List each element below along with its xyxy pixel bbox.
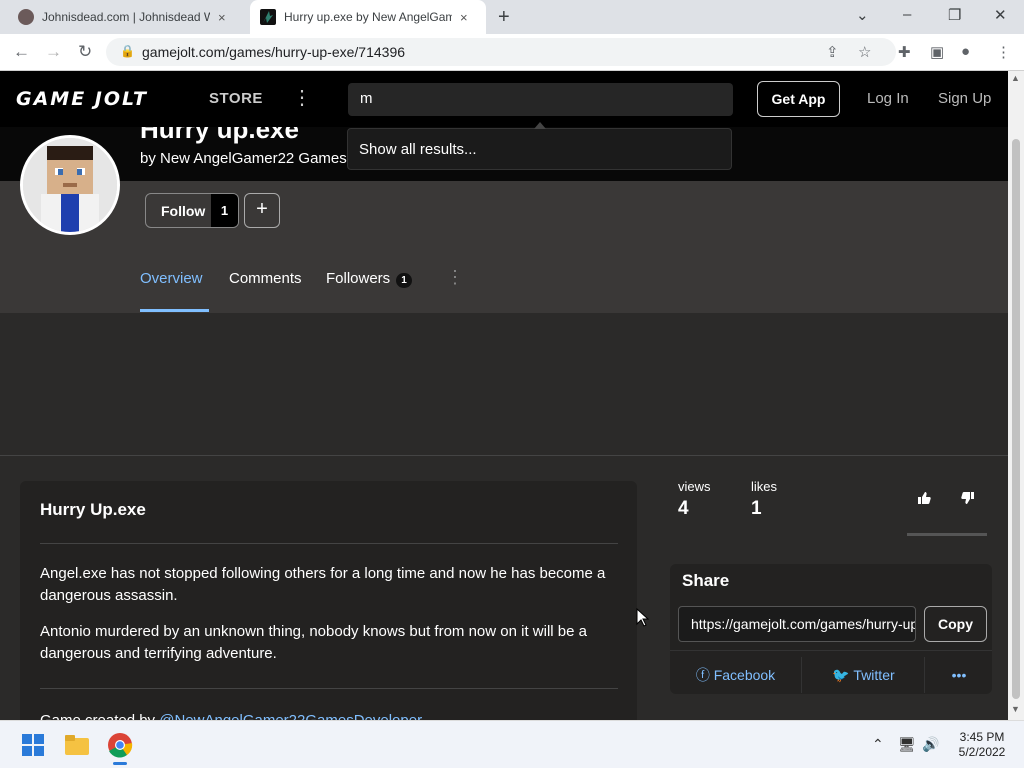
share-title: Share [682, 571, 730, 590]
followers-count-badge: 1 [396, 273, 412, 288]
restore-button[interactable]: ❐ [948, 6, 961, 24]
twitter-icon: 🐦 [832, 667, 850, 683]
tab-followers-label: Followers [326, 270, 391, 287]
file-explorer-icon[interactable] [64, 732, 90, 758]
windows-start-icon[interactable] [20, 732, 46, 758]
like-ratio-bar [907, 533, 987, 536]
game-byline[interactable]: by New AngelGamer22 Games [140, 150, 347, 167]
clock-date: 5/2/2022 [958, 745, 1006, 759]
signup-link[interactable]: Sign Up [938, 90, 991, 107]
facebook-label: Facebook [713, 667, 776, 683]
gamejolt-header: GAME JOLT STORE ⋮ m Get App Log In Sign … [0, 71, 1008, 127]
twitter-share-link[interactable]: 🐦 Twitter [803, 657, 925, 693]
tab-more-icon[interactable]: ⋮ [446, 267, 464, 288]
close-tab-icon[interactable]: × [218, 10, 226, 25]
store-link[interactable]: STORE [209, 90, 263, 107]
scroll-down-arrow-icon[interactable]: ▼ [1011, 704, 1020, 714]
tab-title: Johnisdead.com | Johnisdead Wi [42, 10, 210, 24]
dropdown-caret [534, 122, 546, 129]
johnisdead-favicon-icon [18, 9, 34, 25]
gamejolt-favicon-icon [260, 9, 276, 25]
browser-toolbar: ← → ↻ 🔒 gamejolt.com/games/hurry-up-exe/… [0, 34, 1024, 71]
extensions-icon[interactable]: ✚ [898, 43, 911, 61]
login-link[interactable]: Log In [867, 90, 909, 107]
share-url-field[interactable]: https://gamejolt.com/games/hurry-up-exe/… [678, 606, 916, 642]
tab-followers[interactable]: Followers 1 [326, 270, 412, 288]
bookmark-star-icon[interactable]: ☆ [858, 43, 871, 61]
address-bar[interactable]: 🔒 gamejolt.com/games/hurry-up-exe/714396 [106, 38, 896, 66]
browser-menu-icon[interactable]: ⋮ [996, 43, 1011, 61]
windows-taskbar: ⌃ 🖥 🔊 3:45 PM 5/2/2022 [0, 720, 1024, 768]
tab-search-icon[interactable]: ⌄ [856, 6, 869, 24]
divider [670, 650, 992, 651]
facebook-icon: ⓕ [695, 667, 710, 683]
developer-link[interactable]: @NewAngelGamer22GamesDeveloper [159, 712, 422, 720]
show-all-results-item[interactable]: Show all results... [359, 141, 477, 158]
tab-overview[interactable]: Overview [140, 270, 203, 287]
description-title: Hurry Up.exe [40, 500, 146, 519]
tab-title: Hurry up.exe by New AngelGame [284, 10, 452, 24]
minimize-button[interactable]: – [903, 6, 911, 23]
credit-prefix: Game created by [40, 712, 159, 720]
likes-label: likes [751, 479, 778, 494]
developer-avatar[interactable] [20, 135, 120, 235]
views-value: 4 [678, 498, 689, 519]
close-window-button[interactable]: ✕ [994, 6, 1007, 24]
more-share-button[interactable]: ••• [926, 657, 992, 693]
gamejolt-logo[interactable]: GAME JOLT [16, 88, 148, 110]
show-hidden-icons-chevron-icon[interactable]: ⌃ [872, 736, 884, 753]
system-clock[interactable]: 3:45 PM 5/2/2022 [950, 730, 1014, 760]
scroll-up-arrow-icon[interactable]: ▲ [1011, 73, 1020, 83]
volume-icon[interactable]: 🔊 [922, 736, 939, 753]
page-content: GAME JOLT STORE ⋮ m Get App Log In Sign … [0, 71, 1008, 720]
more-menu-icon[interactable]: ⋮ [292, 85, 312, 110]
scrollbar-thumb[interactable] [1012, 139, 1020, 699]
reload-button[interactable]: ↻ [78, 42, 92, 62]
url-text: gamejolt.com/games/hurry-up-exe/714396 [142, 44, 406, 60]
description-card: Hurry Up.exe Angel.exe has not stopped f… [20, 481, 637, 720]
facebook-share-link[interactable]: ⓕ Facebook [670, 657, 802, 693]
forward-button[interactable]: → [45, 42, 62, 62]
follow-count: 1 [211, 194, 238, 227]
description-paragraph: Angel.exe has not stopped following othe… [40, 565, 606, 604]
browser-tab-hurry-up[interactable]: Hurry up.exe by New AngelGame × [250, 0, 486, 34]
page-scrollbar[interactable]: ▲ ▼ [1008, 71, 1024, 720]
tab-comments[interactable]: Comments [229, 270, 302, 287]
follow-button[interactable]: Follow 1 [145, 193, 239, 228]
close-tab-icon[interactable]: × [460, 10, 468, 25]
divider [40, 688, 618, 689]
search-dropdown: Show all results... [347, 122, 732, 170]
lock-icon[interactable]: 🔒 [120, 44, 135, 58]
active-tab-indicator [140, 309, 209, 312]
divider [40, 543, 618, 544]
views-label: views [678, 479, 711, 494]
search-input[interactable]: m [348, 83, 733, 116]
chrome-icon[interactable] [107, 732, 133, 765]
follow-label: Follow [161, 203, 206, 219]
new-tab-button[interactable]: + [498, 6, 510, 29]
profile-avatar-icon[interactable]: ● [961, 43, 970, 60]
network-icon[interactable]: 🖥 [898, 736, 916, 753]
browser-tab-strip: Johnisdead.com | Johnisdead Wi × Hurry u… [0, 0, 1024, 34]
credit-line: Game created by @NewAngelGamer22GamesDev… [40, 712, 422, 720]
add-to-playlist-button[interactable]: + [244, 193, 280, 228]
share-icon[interactable]: ⇪ [826, 43, 839, 61]
browser-tab-johnisdead[interactable]: Johnisdead.com | Johnisdead Wi × [8, 0, 248, 34]
side-panel-icon[interactable]: ▣ [930, 43, 944, 61]
description-paragraph: Antonio murdered by an unknown thing, no… [40, 623, 587, 662]
media-area [0, 313, 1008, 456]
copy-button[interactable]: Copy [924, 606, 987, 642]
clock-time: 3:45 PM [959, 730, 1005, 744]
thumbs-up-icon[interactable] [917, 491, 931, 508]
active-app-indicator [113, 762, 127, 765]
thumbs-down-icon[interactable] [961, 491, 975, 508]
twitter-label: Twitter [853, 667, 895, 683]
share-card: Share https://gamejolt.com/games/hurry-u… [670, 564, 992, 694]
back-button[interactable]: ← [13, 42, 30, 62]
likes-value: 1 [751, 498, 762, 519]
get-app-button[interactable]: Get App [757, 81, 840, 117]
